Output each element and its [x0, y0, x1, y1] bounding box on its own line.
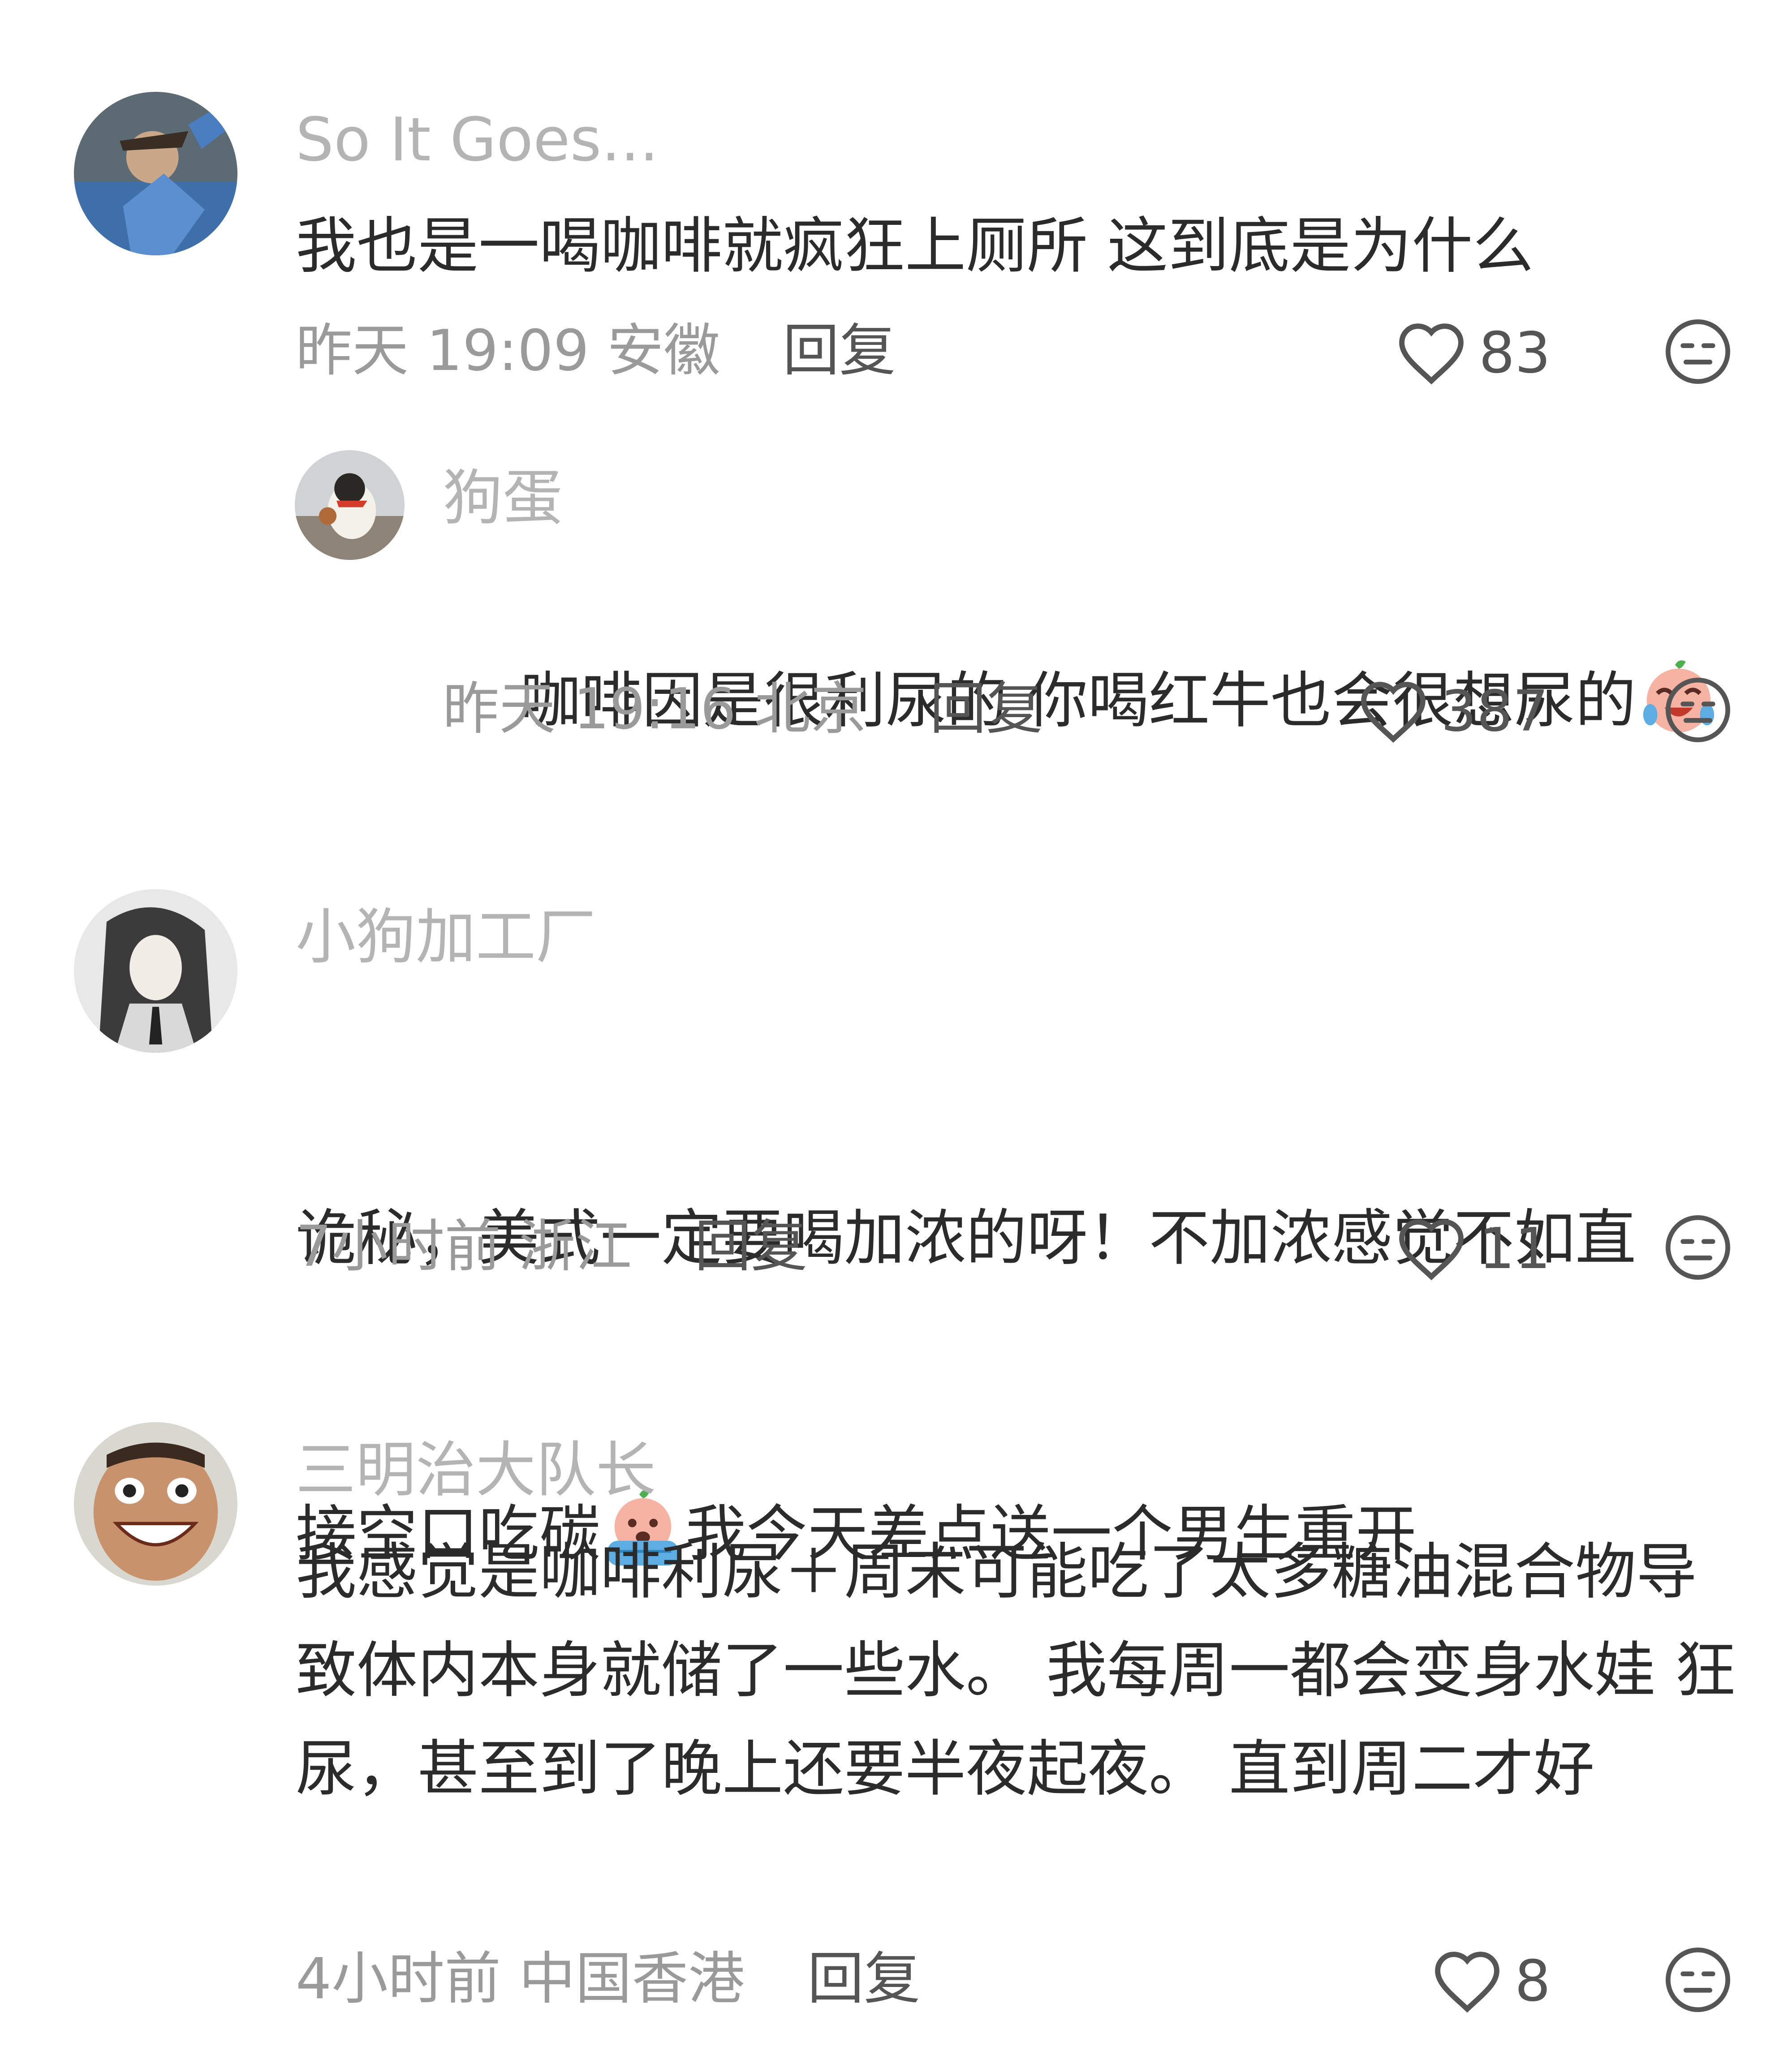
meh-face-icon[interactable]	[1662, 1944, 1734, 2016]
meh-face-icon[interactable]	[1662, 1212, 1734, 1283]
reply-button[interactable]: 回复	[930, 676, 1042, 742]
avatar[interactable]	[74, 1422, 237, 1586]
timestamp: 4小时前	[296, 1946, 501, 2012]
comment-meta: 昨天 19:09 安徽 回复	[296, 323, 896, 379]
like-button[interactable]: 8	[1431, 1948, 1551, 2013]
location: 北京	[754, 676, 867, 742]
location: 中国香港	[519, 1946, 745, 2012]
username[interactable]: So It Goes...	[296, 110, 659, 170]
like-button[interactable]: 387	[1357, 679, 1549, 744]
like-count: 387	[1441, 678, 1549, 744]
meh-face-icon[interactable]	[1662, 316, 1734, 387]
comment-text: 我感觉是咖啡利尿＋周末可能吃了太多糖油混合物导致体内本身就储了一些水。 我每周一…	[296, 1537, 1736, 1805]
username[interactable]: 小狗加工厂	[296, 907, 596, 967]
like-count: 83	[1479, 319, 1551, 386]
like-count: 8	[1515, 1948, 1551, 2014]
heart-outline-icon	[1435, 1952, 1499, 2013]
comment-meta: 昨天 19:16 北京 回复	[443, 681, 1042, 737]
comment-text: 我也是一喝咖啡就疯狂上厕所 这到底是为什么	[296, 211, 1534, 282]
reply-button[interactable]: 回复	[783, 318, 896, 383]
like-button[interactable]: 11	[1396, 1216, 1551, 1281]
heart-outline-icon	[1399, 323, 1464, 385]
comment-meta: 7小时前 浙江 回复	[296, 1218, 807, 1275]
reply-button[interactable]: 回复	[694, 1213, 807, 1279]
avatar[interactable]	[74, 889, 237, 1053]
like-count: 11	[1479, 1215, 1551, 1282]
comment-meta: 4小时前 中国香港 回复	[296, 1951, 920, 2007]
like-button[interactable]: 83	[1396, 320, 1551, 385]
avatar[interactable]	[295, 450, 405, 560]
username[interactable]: 三明治大队长	[296, 1440, 656, 1500]
timestamp: 昨天 19:16	[443, 676, 737, 742]
timestamp: 7小时前	[296, 1213, 501, 1279]
location: 安徽	[607, 318, 720, 383]
heart-outline-icon	[1361, 682, 1426, 743]
username[interactable]: 狗蛋	[443, 468, 563, 528]
reply-button[interactable]: 回复	[807, 1946, 920, 2012]
meh-face-icon[interactable]	[1662, 674, 1734, 746]
avatar[interactable]	[74, 92, 237, 255]
heart-outline-icon	[1399, 1219, 1464, 1281]
timestamp: 昨天 19:09	[296, 318, 590, 383]
location: 浙江	[519, 1213, 632, 1279]
